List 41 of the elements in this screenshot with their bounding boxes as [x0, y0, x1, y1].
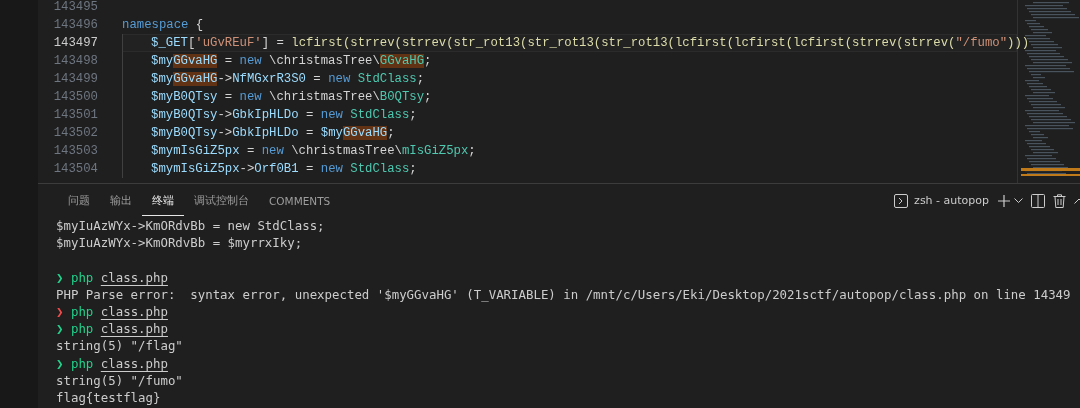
line-number: 143504	[52, 161, 98, 178]
line-number: 143500	[52, 89, 98, 106]
code-line: $myB0QTsy->GbkIpHLDo = new StdClass;	[151, 107, 417, 124]
terminal-line: string(5) "/flag"	[56, 337, 184, 355]
code-line: $_GET['uGvREuF'] = lcfirst(strrev(strrev(str_rot13(str_rot13(str_rot13(lcfirst(lcfirst(lcfirst(strrev(strrev("/fumo")))	[151, 35, 1030, 52]
terminal-line: PHP Parse error: syntax error, unexpected '$myGGvaHG' (T_VARIABLE) in /mnt/c/Users/Eki/Desktop/2021sctf/autopop/class.php on line 14349	[56, 285, 1072, 303]
terminal-icon	[893, 192, 910, 209]
line-number: 143503	[52, 143, 98, 160]
line-number: 143502	[52, 125, 98, 142]
panel-tab[interactable]: 终端	[142, 185, 184, 216]
panel-tab[interactable]: COMMENTS	[259, 185, 341, 216]
terminal-line: string(5) "/fumo"	[56, 371, 184, 389]
line-number: 143495	[52, 0, 98, 16]
code-line: $mymIsGiZ5px = new \christmasTree\mIsGiZ5px;	[151, 143, 476, 160]
split-icon[interactable]	[1031, 193, 1045, 208]
panel-tab[interactable]: 输出	[100, 185, 142, 216]
terminal-line: ❯ php class.php	[56, 320, 169, 338]
code-line: namespace {	[122, 17, 204, 34]
chevron-down-icon[interactable]	[1014, 197, 1023, 204]
line-number: 143498	[52, 53, 98, 70]
trash-icon[interactable]	[1053, 193, 1066, 208]
code-line: $mymIsGiZ5px->Orf0B1 = new StdClass;	[151, 161, 417, 178]
terminal-line: ❯ php class.php	[56, 354, 169, 372]
line-number: 143501	[52, 107, 98, 124]
code-line: $myGGvaHG->NfMGxrR3S0 = new StdClass;	[151, 71, 425, 88]
code-line: $myB0QTsy = new \christmasTree\B0QTsy;	[151, 89, 432, 106]
terminal-line: $myIuAzWYx->KmORdvBb = $myrrxIky;	[56, 234, 304, 252]
plus-icon[interactable]	[997, 193, 1011, 208]
line-number: 143496	[52, 17, 98, 34]
code-line: $myB0QTsy->GbkIpHLDo = $myGGvaHG;	[151, 125, 395, 142]
panel-tab[interactable]: 调试控制台	[184, 185, 259, 216]
line-number: 143497	[52, 35, 98, 52]
chevron-up-icon[interactable]	[1074, 197, 1080, 204]
code-line: $myGGvaHG = new \christmasTree\GGvaHG;	[151, 53, 432, 70]
line-number: 143499	[52, 71, 98, 88]
terminal-line: flag{testflag}	[56, 388, 162, 407]
terminal-line: ❯ php class.php	[56, 302, 169, 321]
terminal-line: ❯ php class.php	[56, 268, 169, 286]
panel-tab[interactable]: 问题	[58, 185, 100, 216]
terminal-selector[interactable]: zsh - autopop	[893, 192, 989, 209]
terminal-line: $myIuAzWYx->KmORdvBb = new StdClass;	[56, 217, 326, 235]
